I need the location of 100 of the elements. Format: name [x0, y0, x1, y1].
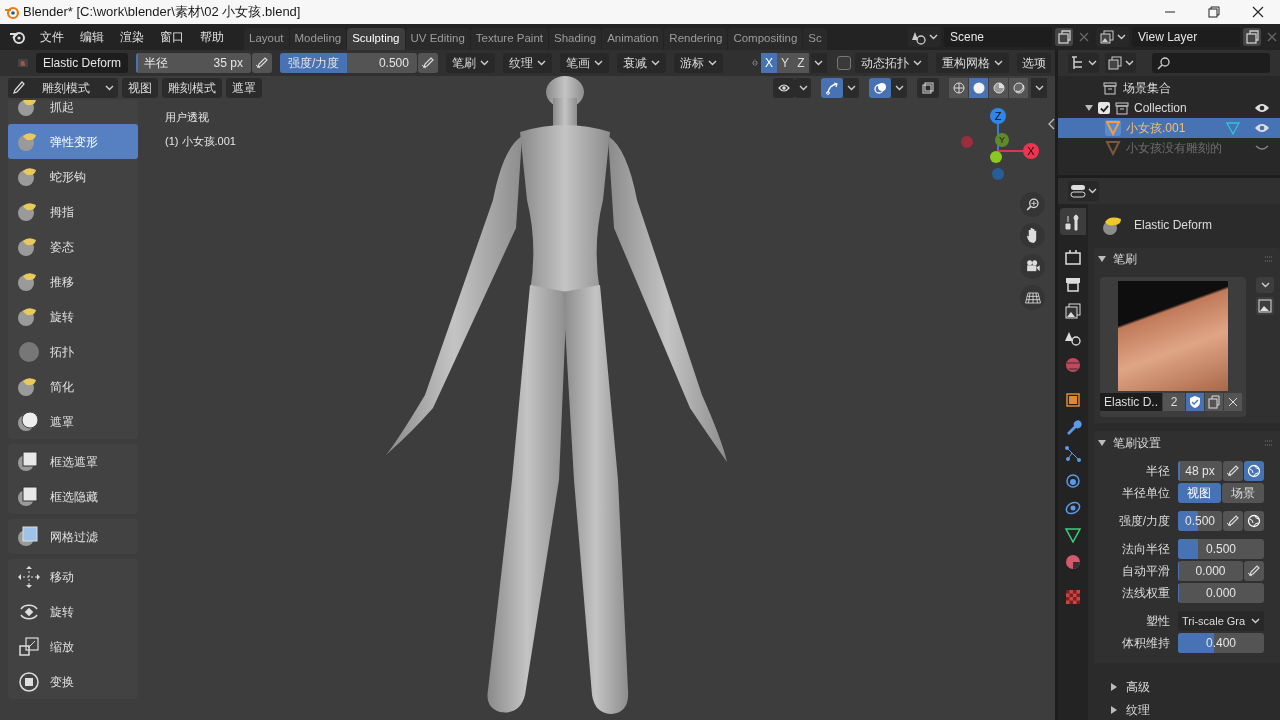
- properties-tab[interactable]: [1060, 208, 1086, 235]
- workspace-tab[interactable]: Sculpting: [347, 28, 405, 50]
- tool-button[interactable]: 网格过滤: [8, 519, 138, 554]
- overlay-toggle[interactable]: [821, 78, 843, 98]
- brush-name-field[interactable]: Elastic D..: [1100, 393, 1162, 412]
- dynamic-topology-dropdown[interactable]: 动态拓扑: [855, 53, 928, 73]
- navigation-button[interactable]: [1020, 192, 1045, 217]
- menu-item[interactable]: 编辑: [72, 26, 112, 48]
- pressure-button[interactable]: [251, 53, 272, 73]
- maximize-icon[interactable]: [1208, 6, 1220, 18]
- dropdown-button[interactable]: [891, 78, 907, 98]
- dropdown-menu[interactable]: 笔刷: [445, 53, 495, 73]
- disclosure-triangle-icon[interactable]: [1085, 104, 1093, 112]
- pressure-button[interactable]: [1244, 561, 1264, 581]
- toggle-option[interactable]: 视图: [1178, 483, 1221, 503]
- axis-handle[interactable]: X: [1023, 143, 1039, 159]
- overlay-toggle[interactable]: [773, 78, 795, 98]
- shading-mode-button[interactable]: [1009, 78, 1028, 98]
- tool-button[interactable]: 拓扑: [8, 334, 138, 369]
- radius-slider[interactable]: 半径 35 px: [135, 53, 251, 73]
- workspace-tab[interactable]: Texture Paint: [470, 28, 548, 50]
- axis-toggle[interactable]: X: [761, 53, 777, 73]
- tool-button[interactable]: 抓起: [8, 100, 138, 124]
- copy-icon[interactable]: [1243, 28, 1261, 46]
- remesh-dropdown[interactable]: 重构网格: [936, 53, 1009, 73]
- dropdown-button[interactable]: [795, 78, 811, 98]
- global-setting-button[interactable]: [1244, 511, 1264, 531]
- menu-item[interactable]: 遮罩: [226, 78, 262, 98]
- user-count[interactable]: 2: [1163, 393, 1185, 412]
- tool-button[interactable]: 变换: [8, 664, 138, 699]
- options-button[interactable]: 选项: [1017, 53, 1051, 73]
- image-button[interactable]: [1256, 297, 1274, 316]
- workspace-tab[interactable]: Shading: [549, 28, 602, 50]
- tool-button[interactable]: 简化: [8, 369, 138, 404]
- global-setting-button[interactable]: [1244, 461, 1264, 481]
- duplicate-button[interactable]: [1205, 393, 1223, 412]
- shading-mode-button[interactable]: [969, 78, 988, 98]
- data-type-dropdown[interactable]: [1096, 27, 1129, 47]
- workspace-tab[interactable]: Layout: [244, 28, 289, 50]
- workspace-tab[interactable]: Animation: [602, 28, 664, 50]
- workspace-tab[interactable]: UV Editing: [405, 28, 470, 50]
- brush-name-field[interactable]: Elastic Deform: [35, 53, 128, 73]
- tool-button[interactable]: 旋转: [8, 299, 138, 334]
- search-field[interactable]: [1152, 53, 1270, 73]
- dropdown-field[interactable]: Tri-scale Gra: [1178, 611, 1264, 631]
- tool-button[interactable]: 框选隐藏: [8, 479, 138, 514]
- eye-icon[interactable]: [1254, 102, 1270, 114]
- checkbox[interactable]: [837, 56, 851, 70]
- overlay-toggle[interactable]: [869, 78, 891, 98]
- tool-button[interactable]: 框选遮罩: [8, 444, 138, 479]
- navigation-button[interactable]: [1020, 254, 1045, 279]
- value-slider[interactable]: 0.000: [1178, 583, 1264, 603]
- dropdown-button[interactable]: [843, 78, 859, 98]
- dropdown-menu[interactable]: 游标: [673, 53, 723, 73]
- tool-button[interactable]: 移动: [8, 559, 138, 594]
- panel-header[interactable]: 笔刷: [1094, 247, 1280, 272]
- navigation-button[interactable]: [1020, 285, 1045, 310]
- dropdown-button[interactable]: [1031, 78, 1047, 98]
- panel-header[interactable]: 笔刷设置: [1094, 431, 1280, 455]
- toggle-option[interactable]: 场景: [1221, 483, 1264, 503]
- dropdown-button[interactable]: [811, 53, 827, 73]
- pressure-button[interactable]: [1223, 511, 1243, 531]
- fake-user-button[interactable]: [1186, 393, 1204, 412]
- name-field[interactable]: Scene: [944, 27, 1052, 47]
- filter-dropdown[interactable]: [1105, 53, 1136, 73]
- tool-button[interactable]: 蛇形钩: [8, 159, 138, 194]
- blender-logo-icon[interactable]: [8, 29, 26, 45]
- tool-button[interactable]: 缩放: [8, 629, 138, 664]
- value-slider[interactable]: 0.500: [1178, 539, 1264, 559]
- outliner-item[interactable]: 场景集合: [1123, 79, 1171, 97]
- unlink-button[interactable]: [1224, 393, 1242, 412]
- shading-mode-button[interactable]: [949, 78, 968, 98]
- dropdown-menu[interactable]: 笔画: [559, 53, 609, 73]
- subpanel-header[interactable]: 纹理: [1110, 700, 1280, 720]
- value-slider[interactable]: 0.000: [1178, 561, 1243, 581]
- tool-button[interactable]: 推移: [8, 264, 138, 299]
- menu-item[interactable]: 文件: [32, 26, 72, 48]
- chevron-left-icon[interactable]: [1048, 118, 1055, 130]
- menu-item[interactable]: 渲染: [112, 26, 152, 48]
- navigation-button[interactable]: [1020, 223, 1045, 248]
- tool-button[interactable]: 旋转: [8, 594, 138, 629]
- data-type-dropdown[interactable]: [908, 27, 941, 47]
- axis-handle[interactable]: Y: [995, 133, 1009, 147]
- overlay-toggle[interactable]: [917, 78, 939, 98]
- value-slider[interactable]: 48 px: [1178, 461, 1222, 481]
- display-mode-dropdown[interactable]: [1068, 53, 1099, 73]
- workspace-tab[interactable]: Modeling: [289, 28, 347, 50]
- workspace-tab[interactable]: Compositing: [728, 28, 803, 50]
- menu-item[interactable]: 窗口: [152, 26, 192, 48]
- dropdown-button[interactable]: [1256, 277, 1274, 294]
- editor-type-dropdown[interactable]: [1068, 181, 1099, 201]
- dropdown-menu[interactable]: 纹理: [502, 53, 552, 73]
- menu-item[interactable]: 雕刻模式: [162, 78, 222, 98]
- axis-handle[interactable]: Z: [990, 108, 1006, 124]
- pressure-button[interactable]: [1223, 461, 1243, 481]
- copy-icon[interactable]: [1055, 28, 1073, 46]
- mode-dropdown[interactable]: 雕刻模式: [8, 78, 118, 98]
- close-icon[interactable]: [1252, 6, 1264, 18]
- dropdown-menu[interactable]: 衰减: [616, 53, 666, 73]
- name-field[interactable]: View Layer: [1132, 27, 1240, 47]
